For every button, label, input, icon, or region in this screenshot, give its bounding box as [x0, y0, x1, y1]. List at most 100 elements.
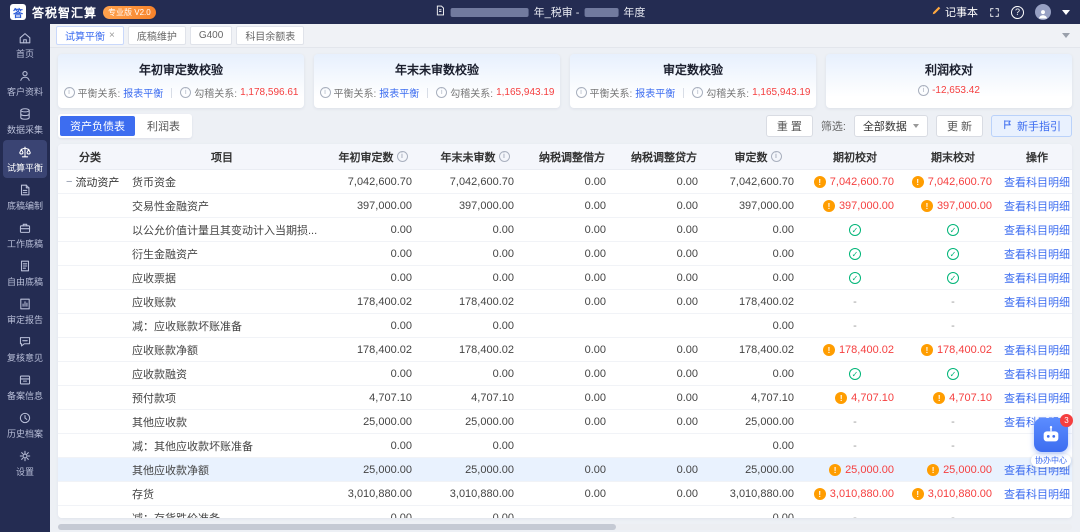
value-cell: 178,400.02 [458, 344, 514, 356]
filter-label: 筛选: [820, 121, 846, 133]
view-detail-link[interactable]: 查看科目明细 [1004, 222, 1070, 238]
notepad-button[interactable]: 记事本 [931, 4, 978, 20]
view-detail-link[interactable]: 查看科目明细 [1004, 390, 1070, 406]
end-check-cell: ! 397,000.00 [904, 194, 1002, 218]
guide-button[interactable]: 新手指引 [991, 115, 1072, 137]
filter-select[interactable]: 全部数据 [853, 115, 928, 137]
sidebar-item-working-papers[interactable]: 工作底稿 [3, 216, 47, 254]
check-icon: ✓ [849, 248, 861, 260]
tab-试算平衡[interactable]: 试算平衡 × [56, 26, 124, 45]
draft-icon [18, 183, 32, 197]
sidebar-item-draft-prepare[interactable]: 底稿编制 [3, 178, 47, 216]
card-metric: i 勾稽关系: 1,165,943.19 [436, 85, 554, 100]
column-header-项目: 项目 [211, 151, 233, 164]
view-detail-link[interactable]: 查看科目明细 [1004, 342, 1070, 358]
filing-icon [18, 373, 32, 387]
table-row[interactable]: 其他应收款 25,000.00 25,000.00 0.00 0.00 25,000.00… [58, 410, 1072, 434]
value-cell: 0.00 [390, 512, 412, 518]
table-row[interactable]: 减：其他应收款坏账准备 0.00 0.00 0.00 - - [58, 434, 1072, 458]
summary-cards: 年初审定数校验 i 平衡关系: 报表平衡 i 勾稽关系: 1,178,596.61 年末未审数… [58, 54, 1072, 108]
scrollbar-thumb[interactable] [58, 524, 616, 530]
view-detail-link[interactable]: 查看科目明细 [1004, 294, 1070, 310]
value-cell: 178,400.02 [738, 296, 794, 308]
empty-check: - [853, 440, 857, 452]
sidebar-item-history-archive[interactable]: 历史档案 [3, 406, 47, 444]
sidebar-item-data-collection[interactable]: 数据采集 [3, 102, 47, 140]
table-row[interactable]: 应收票据 0.00 0.00 0.00 0.00 0.00 ✓ ✓ 查看科目明细 [58, 266, 1072, 290]
horizontal-scrollbar [58, 524, 1072, 530]
table-row[interactable]: 减：应收账款坏账准备 0.00 0.00 0.00 - - [58, 314, 1072, 338]
sidebar-item-settings[interactable]: 设置 [3, 444, 47, 482]
table-row[interactable]: 以公允价值计量且其变动计入当期损... 0.00 0.00 0.00 0.00 0.00 ✓… [58, 218, 1072, 242]
chevron-down-icon[interactable] [1062, 9, 1070, 15]
tab-科目余额表[interactable]: 科目余额表 [236, 26, 305, 45]
table-row[interactable]: 应收款融资 0.00 0.00 0.00 0.00 0.00 ✓ ✓ 查看科目明细 [58, 362, 1072, 386]
begin-check-cell: ✓ [806, 218, 904, 242]
tab-close-icon[interactable]: × [109, 30, 115, 41]
table-row[interactable]: 存货 3,010,880.00 3,010,880.00 0.00 0.00 3,010,… [58, 482, 1072, 506]
check-value: 25,000.00 [845, 464, 894, 476]
sidebar-item-free-draft[interactable]: 自由底稿 [3, 254, 47, 292]
tab-底稿维护[interactable]: 底稿维护 [127, 26, 186, 45]
sidebar-item-label: 工作底稿 [6, 238, 43, 249]
table-row[interactable]: 应收账款净额 178,400.02 178,400.02 0.00 0.00 178,40… [58, 338, 1072, 362]
view-detail-link[interactable]: 查看科目明细 [1004, 270, 1070, 286]
sidebar-item-trial-balance[interactable]: 试算平衡 [3, 140, 47, 178]
value-cell: 0.00 [584, 488, 606, 500]
metric-label: 平衡关系: [333, 89, 377, 100]
value-cell: 178,400.02 [738, 344, 794, 356]
avatar[interactable] [1035, 4, 1051, 20]
action-cell: 查看科目明细 [1002, 218, 1072, 242]
reset-button[interactable]: 重 置 [765, 115, 813, 137]
app-logo-icon: 答 [10, 4, 26, 20]
fullscreen-icon[interactable] [989, 7, 1000, 18]
view-detail-link[interactable]: 查看科目明细 [1004, 246, 1070, 262]
view-tab-资产负债表[interactable]: 资产负债表 [60, 116, 135, 136]
sidebar-item-filing-info[interactable]: 备案信息 [3, 368, 47, 406]
sidebar-item-review-opinion[interactable]: 复核意见 [3, 330, 47, 368]
sidebar-item-home[interactable]: 首页 [3, 26, 47, 64]
metric-value[interactable]: 报表平衡 [635, 85, 675, 100]
update-button[interactable]: 更 新 [935, 115, 983, 137]
action-cell: 查看科目明细 [1002, 386, 1072, 410]
begin-check-cell: - [806, 314, 904, 338]
table-row[interactable]: 预付款项 4,707.10 4,707.10 0.00 0.00 4,707.10! 4,7… [58, 386, 1072, 410]
table-row[interactable]: 衍生金融资产 0.00 0.00 0.00 0.00 0.00 ✓ ✓ 查看科目明细 [58, 242, 1072, 266]
view-tab-利润表[interactable]: 利润表 [137, 116, 190, 136]
metric-value[interactable]: 报表平衡 [379, 85, 419, 100]
category-cell [58, 362, 122, 386]
help-icon[interactable]: ? [1011, 5, 1024, 19]
table-row[interactable]: 交易性金融资产 397,000.00 397,000.00 0.00 0.00 397,0… [58, 194, 1072, 218]
toolbar: 资产负债表 利润表 重 置 筛选: 全部数据 更 新 新手指引 [58, 114, 1072, 138]
assist-center-widget[interactable]: 3 协办中心 [1028, 414, 1074, 467]
category-cell [58, 194, 122, 218]
metric-value[interactable]: 报表平衡 [123, 85, 163, 100]
sidebar-item-audit-report[interactable]: 审定报告 [3, 292, 47, 330]
view-detail-link[interactable]: 查看科目明细 [1004, 486, 1070, 502]
top-bar: 答 答税智汇算 专业版 V2.0 年_税审 - 年度 记事本 ? [0, 0, 1080, 24]
table-row[interactable]: 应收账款 178,400.02 178,400.02 0.00 0.00 178,400.… [58, 290, 1072, 314]
value-cell: 7,042,600.70 [347, 176, 412, 188]
value-cell: 3,010,880.00 [729, 488, 794, 500]
tabs-collapse-icon[interactable] [1058, 33, 1074, 38]
category-cell: − 流动资产 [58, 170, 122, 194]
begin-check-cell: ✓ [806, 242, 904, 266]
check-value: 397,000.00 [838, 200, 894, 212]
empty-check: - [951, 512, 955, 518]
value-cell [618, 434, 710, 458]
sidebar-item-customers[interactable]: 客户资料 [3, 64, 47, 102]
collapse-icon[interactable]: − [66, 176, 72, 188]
tab-G400[interactable]: G400 [189, 26, 233, 45]
begin-check-cell: ! 7,042,600.70 [806, 170, 904, 194]
table-row[interactable]: 减：存货跌价准备 0.00 0.00 0.00 - - [58, 506, 1072, 518]
notification-badge: 3 [1060, 414, 1073, 427]
table-row[interactable]: − 流动资产 货币资金 7,042,600.70 7,042,600.70 0.00 0.0… [58, 170, 1072, 194]
item-cell: 交易性金融资产 [132, 201, 209, 213]
item-cell: 应收款融资 [132, 369, 187, 381]
view-detail-link[interactable]: 查看科目明细 [1004, 198, 1070, 214]
robot-icon[interactable]: 3 [1034, 414, 1073, 452]
table-row[interactable]: 其他应收款净额 25,000.00 25,000.00 0.00 0.00 25,000.… [58, 458, 1072, 482]
view-detail-link[interactable]: 查看科目明细 [1004, 366, 1070, 382]
item-cell: 其他应收款净额 [132, 465, 209, 477]
view-detail-link[interactable]: 查看科目明细 [1004, 174, 1070, 190]
